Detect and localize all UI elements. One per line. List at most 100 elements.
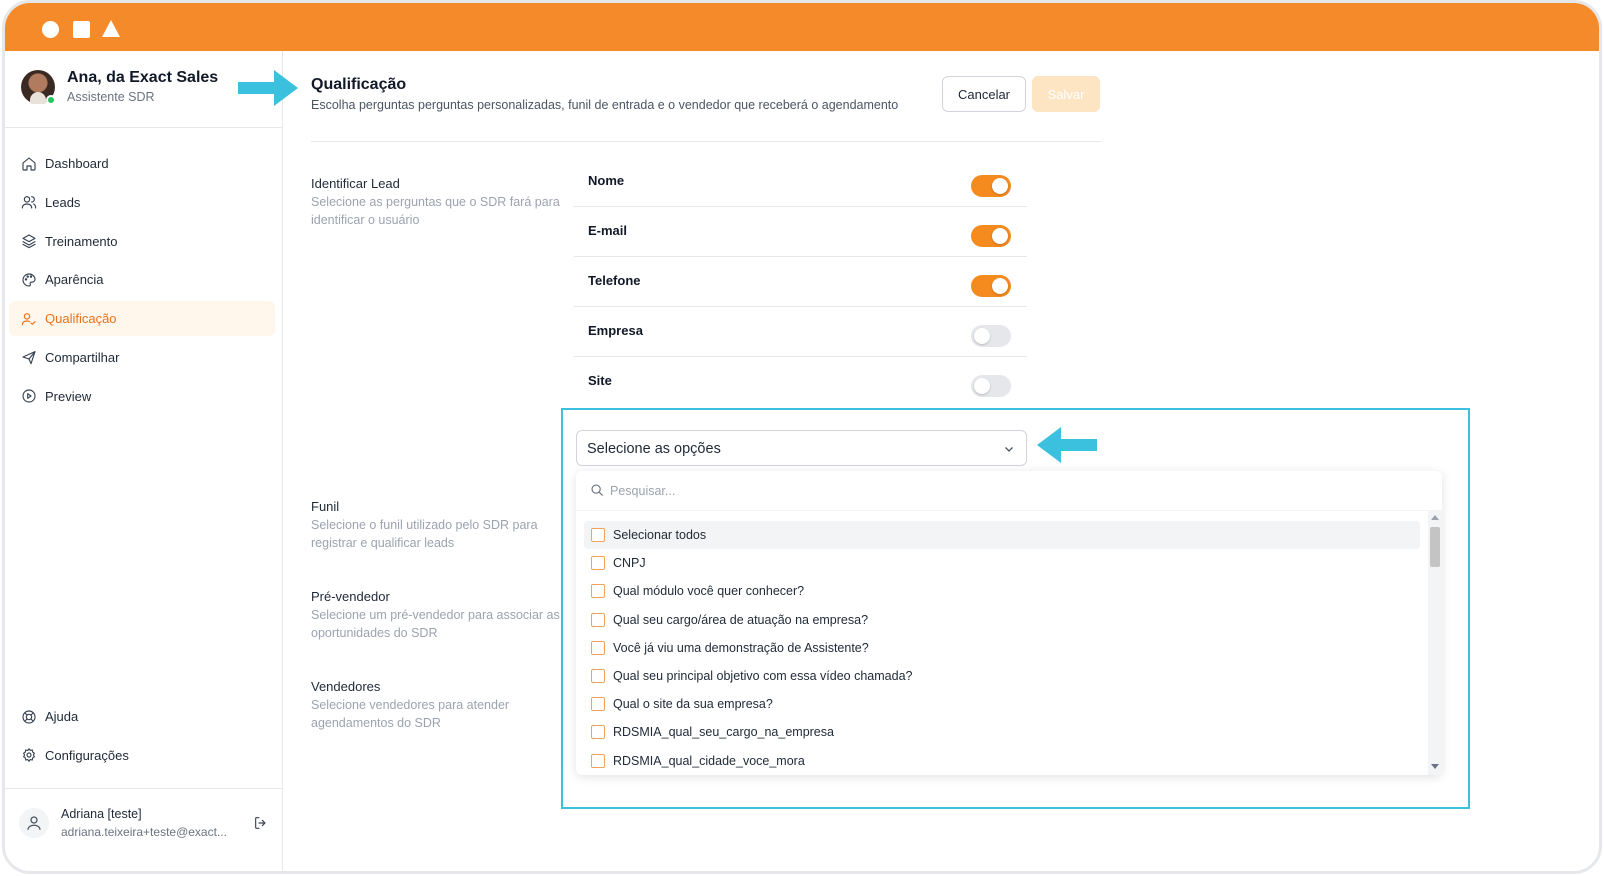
- header-divider: [311, 141, 1101, 142]
- toggle-switch-nome[interactable]: [971, 175, 1011, 197]
- checkbox[interactable]: [591, 725, 605, 740]
- option-label: Qual módulo você quer conhecer?: [613, 584, 805, 599]
- option-item[interactable]: Qual o site da sua empresa?: [584, 690, 1420, 718]
- sidebar-item-label: Aparência: [45, 272, 104, 288]
- user-icon: [27, 816, 41, 830]
- dropdown-scrollbar[interactable]: [1428, 511, 1442, 775]
- toggle-row-email: E-mail: [574, 207, 1027, 257]
- scroll-up-arrow-icon[interactable]: [1431, 515, 1439, 520]
- gear-icon: [23, 748, 35, 763]
- option-label: Qual seu principal objetivo com essa víd…: [613, 669, 913, 684]
- options-list: Selecionar todos CNPJ Qual módulo você q…: [584, 521, 1420, 775]
- sidebar-item-label: Dashboard: [45, 156, 109, 171]
- option-select-all[interactable]: Selecionar todos: [584, 521, 1420, 550]
- sidebar-item-label: Configurações: [45, 747, 129, 763]
- checkbox[interactable]: [591, 584, 605, 599]
- toggle-switch-empresa[interactable]: [971, 325, 1011, 347]
- option-item[interactable]: Você já viu uma demonstração de Assisten…: [584, 634, 1420, 662]
- title-bar: [5, 3, 1599, 51]
- option-label: Você já viu uma demonstração de Assisten…: [613, 640, 869, 655]
- sidebar-divider: [5, 127, 282, 128]
- option-item[interactable]: Qual módulo você quer conhecer?: [584, 577, 1420, 605]
- toggle-row-telefone: Telefone: [574, 257, 1027, 307]
- online-status-dot: [46, 94, 56, 105]
- option-label: RDSMIA_qual_cidade_voce_mora: [613, 753, 805, 768]
- sidebar-item-qualificacao[interactable]: Qualificação: [9, 301, 275, 337]
- toggle-label: Site: [588, 373, 612, 388]
- checkbox[interactable]: [591, 753, 605, 768]
- page-title: Qualificação: [311, 76, 407, 93]
- scroll-down-arrow-icon[interactable]: [1431, 764, 1439, 769]
- options-dropdown: Selecionar todos CNPJ Qual módulo você q…: [576, 471, 1442, 775]
- sidebar-item-preview[interactable]: Preview: [9, 379, 275, 414]
- checkbox[interactable]: [591, 528, 605, 543]
- sidebar-bottom-nav: Ajuda Configurações: [9, 699, 275, 777]
- sidebar-item-configuracoes[interactable]: Configurações: [9, 738, 275, 773]
- sidebar-item-label: Ajuda: [45, 709, 79, 724]
- toggle-label: Empresa: [588, 323, 643, 338]
- save-button[interactable]: Salvar: [1032, 76, 1100, 112]
- send-icon: [22, 351, 36, 365]
- sidebar-item-label: Qualificação: [45, 311, 117, 327]
- checkbox[interactable]: [591, 669, 605, 684]
- toggle-switch-telefone[interactable]: [971, 275, 1011, 297]
- user-check-icon: [21, 312, 36, 326]
- avatar: [21, 69, 56, 105]
- toggle-switch-email[interactable]: [971, 225, 1011, 247]
- option-label: Selecionar todos: [613, 528, 707, 543]
- palette-icon: [22, 273, 36, 287]
- sidebar-item-label: Compartilhar: [45, 349, 120, 365]
- home-icon: [22, 156, 36, 171]
- user-avatar: [19, 808, 49, 838]
- annotation-arrow-right-icon: [238, 70, 298, 106]
- triangle-shape-icon: [102, 20, 120, 37]
- sidebar-item-label: Treinamento: [45, 233, 118, 249]
- toggle-row-site: Site: [574, 357, 1027, 407]
- options-select[interactable]: Selecione as opções: [576, 430, 1027, 466]
- search-input[interactable]: [610, 481, 1210, 501]
- section-title-identificar: Identificar Lead: [311, 176, 400, 191]
- user-name: Adriana [teste]: [61, 807, 142, 821]
- checkbox[interactable]: [591, 612, 605, 627]
- sidebar-item-leads[interactable]: Leads: [9, 185, 275, 220]
- page-subtitle: Escolha perguntas perguntas personalizad…: [311, 98, 899, 112]
- option-label: Qual o site da sua empresa?: [613, 697, 773, 712]
- square-shape-icon: [73, 21, 90, 38]
- checkbox[interactable]: [591, 640, 605, 655]
- checkbox[interactable]: [591, 697, 605, 712]
- section-desc-identificar: Selecione as perguntas que o SDR fará pa…: [311, 195, 560, 227]
- option-item[interactable]: Qual seu principal objetivo com essa víd…: [584, 662, 1420, 690]
- sidebar-item-aparencia[interactable]: Aparência: [9, 262, 275, 297]
- layers-icon: [22, 234, 36, 249]
- cancel-button[interactable]: Cancelar: [942, 76, 1026, 112]
- search-icon: [591, 484, 603, 496]
- sidebar-item-compartilhar[interactable]: Compartilhar: [9, 340, 275, 375]
- checkbox[interactable]: [591, 556, 605, 571]
- sidebar: Ana, da Exact Sales Assistente SDR Dashb…: [5, 51, 283, 871]
- dropdown-divider: [576, 510, 1442, 511]
- logout-button[interactable]: [253, 815, 269, 831]
- sidebar-item-label: Preview: [45, 388, 92, 404]
- toggle-row-empresa: Empresa: [574, 307, 1027, 357]
- section-title-prevendedor: Pré-vendedor: [311, 589, 390, 604]
- user-email: adriana.teixeira+teste@exact...: [61, 825, 227, 839]
- current-user: Adriana [teste] adriana.teixeira+teste@e…: [19, 807, 269, 839]
- option-item[interactable]: RDSMIA_qual_seu_cargo_na_empresa: [584, 718, 1420, 746]
- annotation-arrow-left-icon: [1037, 427, 1097, 463]
- users-icon: [21, 196, 37, 209]
- section-desc-vendedores: Selecione vendedores para atender agenda…: [311, 698, 510, 730]
- sidebar-item-ajuda[interactable]: Ajuda: [9, 699, 275, 734]
- section-desc-funil: Selecione o funil utilizado pelo SDR par…: [311, 518, 538, 550]
- toggle-row-nome: Nome: [574, 157, 1027, 207]
- app-window: Ana, da Exact Sales Assistente SDR Dashb…: [2, 0, 1602, 874]
- option-item[interactable]: RDSMIA_qual_cidade_voce_mora: [584, 747, 1420, 775]
- sidebar-item-treinamento[interactable]: Treinamento: [9, 224, 275, 259]
- lifebuoy-icon: [22, 709, 36, 724]
- logout-icon: [255, 817, 266, 829]
- scroll-thumb[interactable]: [1430, 527, 1440, 567]
- toggle-switch-site[interactable]: [971, 375, 1011, 397]
- option-item[interactable]: Qual seu cargo/área de atuação na empres…: [584, 606, 1420, 634]
- section-title-vendedores: Vendedores: [311, 679, 381, 694]
- option-item[interactable]: CNPJ: [584, 549, 1420, 577]
- sidebar-item-dashboard[interactable]: Dashboard: [9, 146, 275, 181]
